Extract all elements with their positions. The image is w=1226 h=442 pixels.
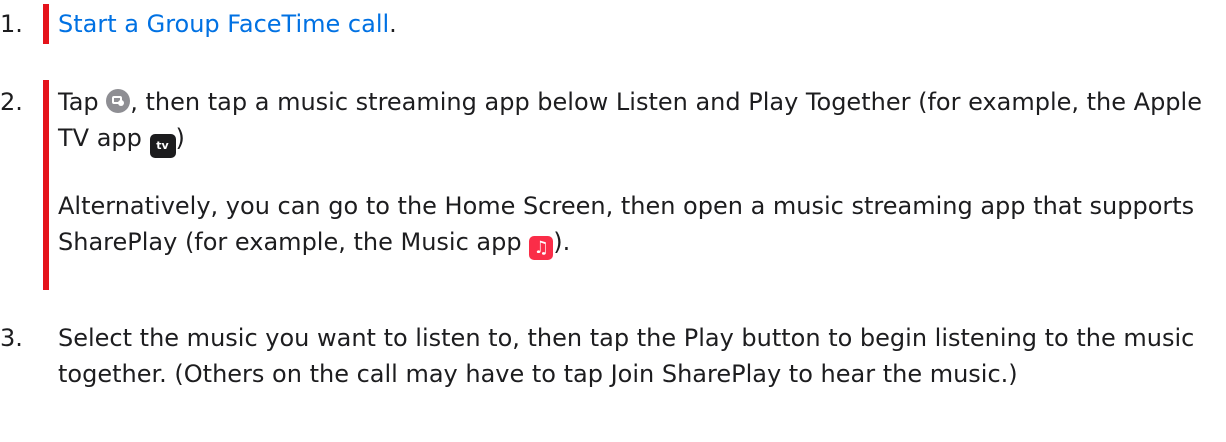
step-number: 1. xyxy=(0,10,23,38)
step-text: ) xyxy=(175,124,185,152)
step-3: 3. Select the music you want to listen t… xyxy=(0,320,1216,432)
step-text: , then tap a music streaming app below L… xyxy=(58,88,1202,152)
step-body: Select the music you want to listen to, … xyxy=(58,320,1216,392)
step-text: Tap xyxy=(58,88,107,116)
step-body: Start a Group FaceTime call. xyxy=(58,6,1216,42)
shareplay-icon xyxy=(106,89,131,113)
step-body: Tap , then tap a music streaming app bel… xyxy=(58,84,1216,260)
step-alternative-paragraph: Alternatively, you can go to the Home Sc… xyxy=(58,188,1216,260)
apple-tv-app-icon: tv xyxy=(149,134,176,158)
step-text: Select the music you want to listen to, … xyxy=(58,324,1195,388)
start-group-facetime-link[interactable]: Start a Group FaceTime call xyxy=(58,10,389,38)
step-text: ). xyxy=(553,228,571,256)
step-paragraph: Tap , then tap a music streaming app bel… xyxy=(58,84,1216,158)
step-text: Alternatively, you can go to the Home Sc… xyxy=(58,192,1195,256)
music-app-icon: ♫ xyxy=(529,236,554,260)
step-number: 3. xyxy=(0,324,23,352)
step-2: 2. Tap , then tap a music streaming app … xyxy=(0,84,1216,294)
step-number: 2. xyxy=(0,88,23,116)
step-1: 1. Start a Group FaceTime call. xyxy=(0,6,1216,42)
step-text: . xyxy=(389,10,397,38)
